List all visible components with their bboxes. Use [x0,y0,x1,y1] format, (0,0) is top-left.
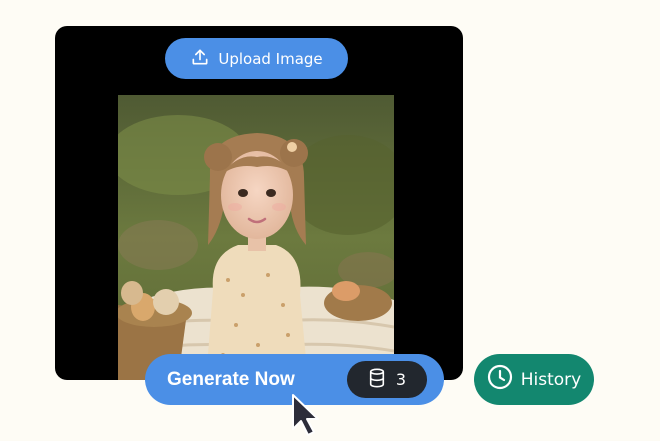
upload-image-label: Upload Image [218,49,323,68]
image-preview-panel: Upload Image [55,26,463,380]
history-button[interactable]: History [474,354,594,405]
mouse-cursor-icon [290,393,326,437]
generate-now-label: Generate Now [167,369,295,390]
database-icon [368,368,386,392]
credits-badge: 3 [347,361,427,398]
history-label: History [520,369,582,390]
upload-image-button[interactable]: Upload Image [165,38,348,79]
upload-icon [190,47,210,71]
credits-count: 3 [395,370,407,389]
uploaded-photo [118,95,394,380]
clock-icon [487,364,513,395]
